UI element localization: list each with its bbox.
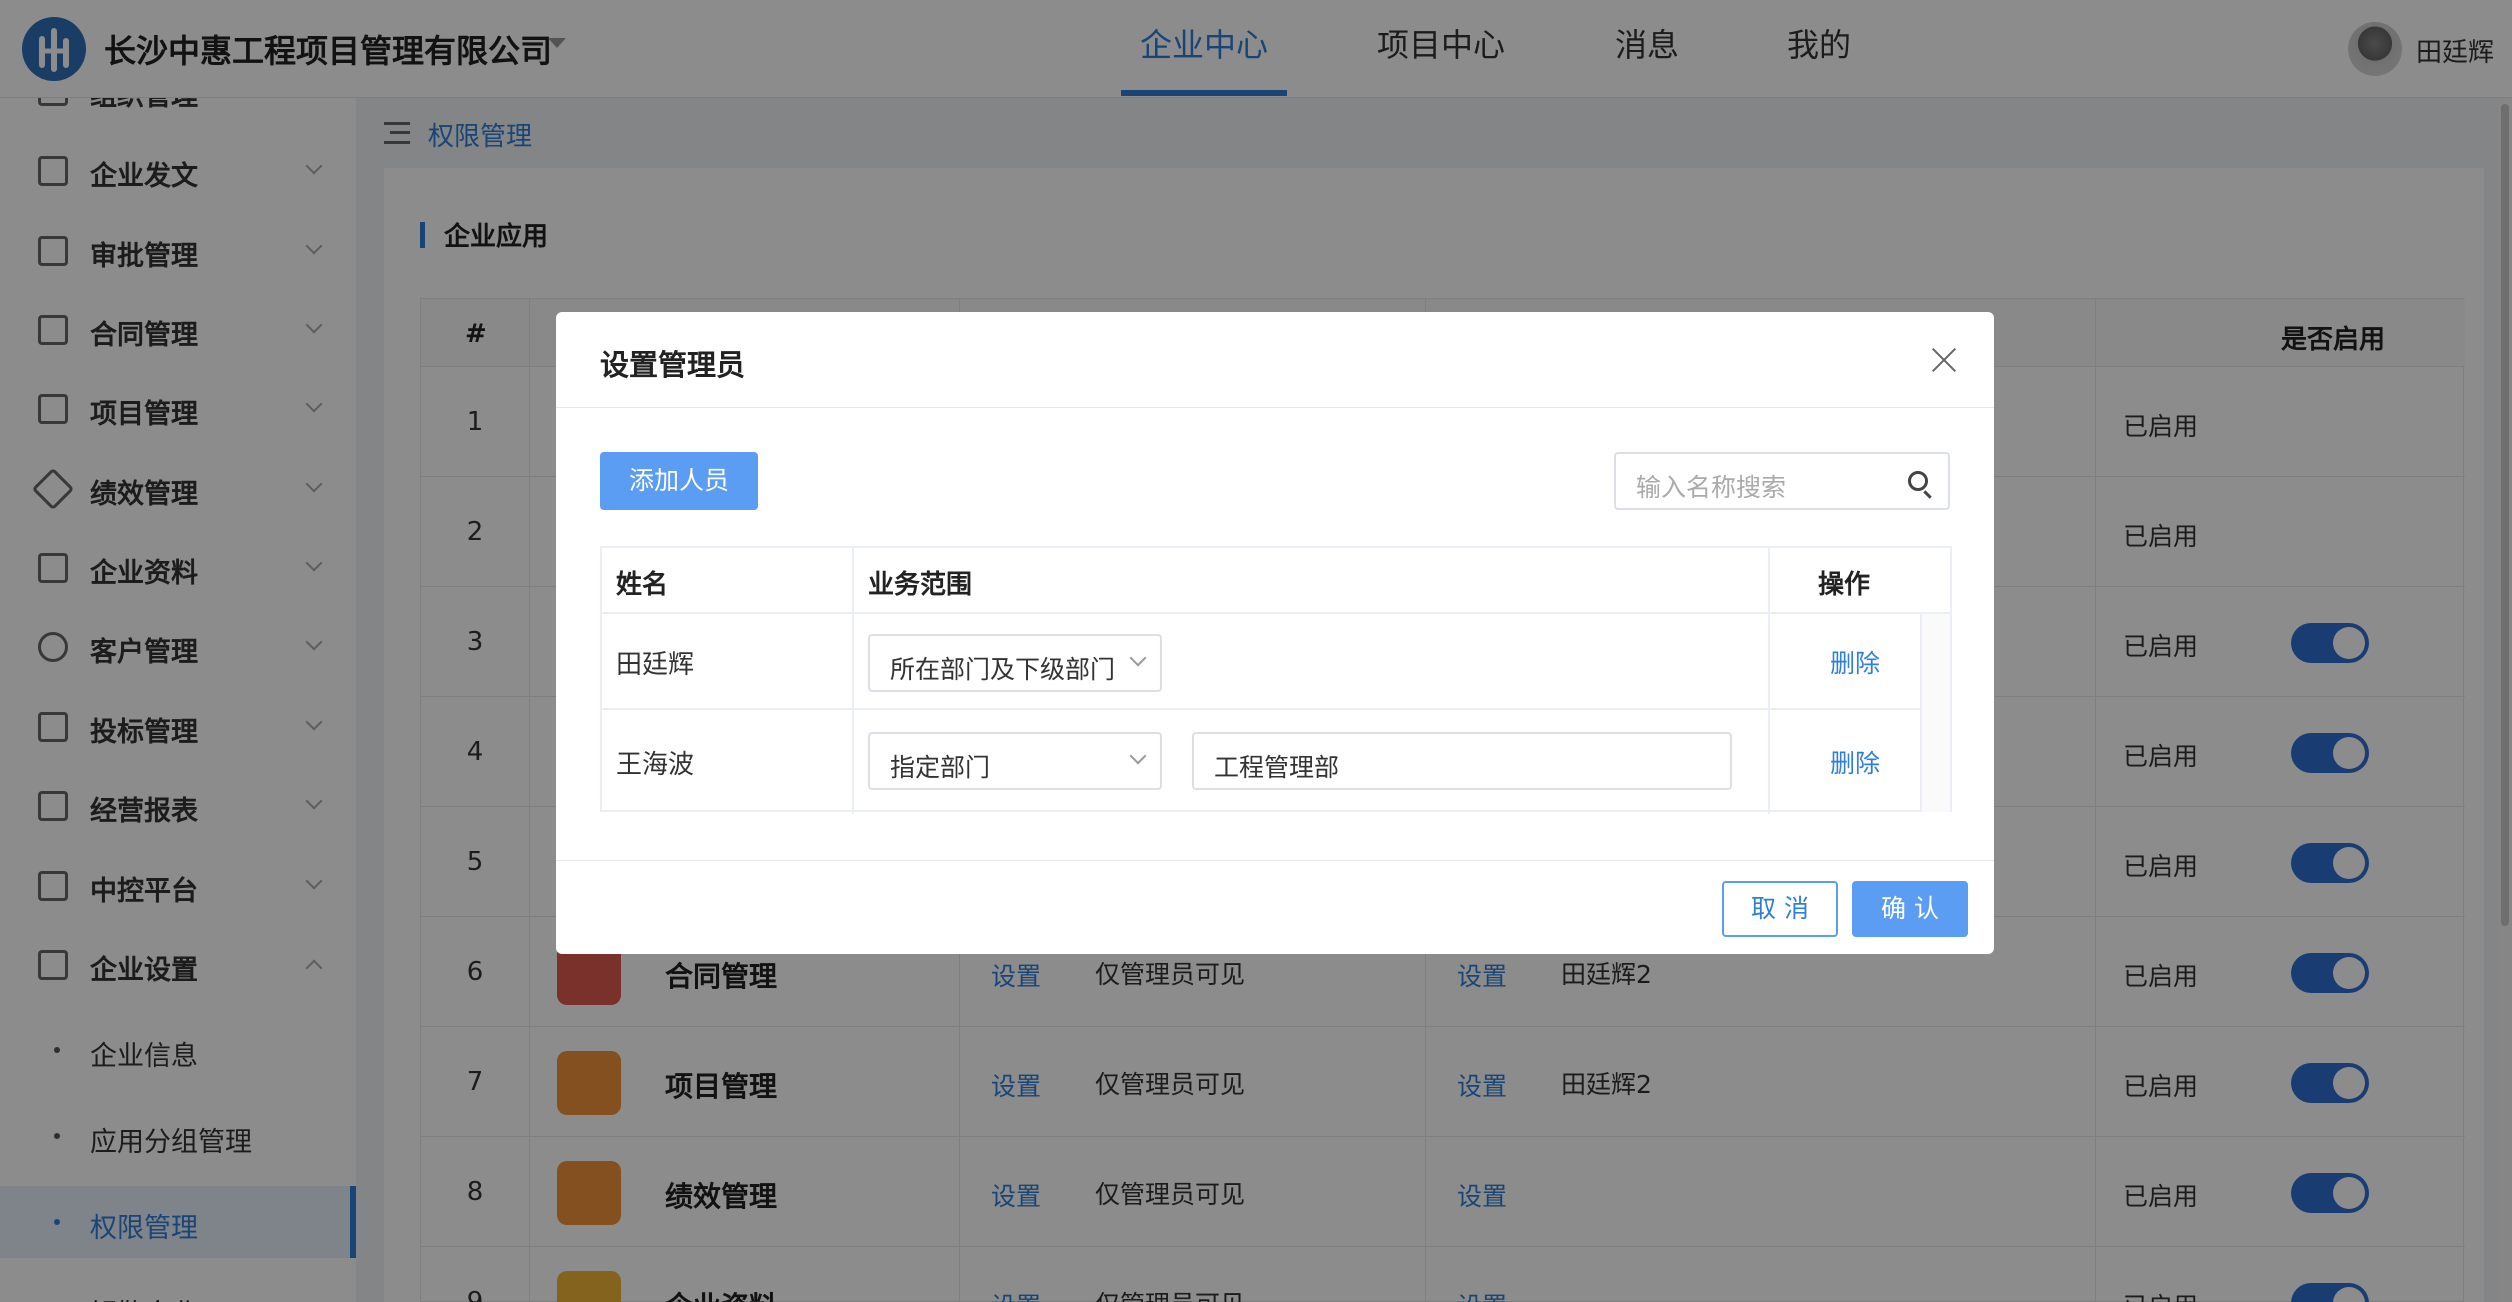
search-icon[interactable] bbox=[1908, 471, 1928, 491]
table-scrollbar[interactable] bbox=[1920, 614, 1950, 812]
close-icon[interactable] bbox=[1930, 346, 1958, 374]
column-header-action: 操作 bbox=[1818, 570, 1871, 600]
scope-select[interactable]: 指定部门 bbox=[868, 732, 1162, 790]
dialog-header: 设置管理员 bbox=[556, 312, 1994, 408]
scope-select-value: 所在部门及下级部门 bbox=[890, 655, 1116, 684]
department-value: 工程管理部 bbox=[1214, 753, 1340, 782]
dialog-footer: 取 消 确 认 bbox=[556, 860, 1994, 954]
column-header-scope: 业务范围 bbox=[868, 570, 973, 600]
set-admin-dialog: 设置管理员 添加人员 输入名称搜索 姓名 业务范围 操作 田廷辉 所在部门及下级… bbox=[556, 312, 1994, 954]
delete-link[interactable]: 删除 bbox=[1830, 644, 1880, 680]
admin-name: 田廷辉 bbox=[616, 650, 695, 680]
department-field[interactable]: 工程管理部 bbox=[1192, 732, 1732, 790]
delete-link[interactable]: 删除 bbox=[1830, 744, 1880, 780]
search-placeholder: 输入名称搜索 bbox=[1636, 473, 1787, 502]
admin-name: 王海波 bbox=[616, 750, 695, 780]
table-row: 王海波 指定部门 工程管理部 删除 bbox=[602, 710, 1938, 812]
scope-select-value: 指定部门 bbox=[890, 753, 991, 782]
add-member-button[interactable]: 添加人员 bbox=[600, 452, 758, 510]
column-header-name: 姓名 bbox=[616, 570, 669, 600]
chevron-down-icon bbox=[1129, 649, 1147, 667]
scope-select[interactable]: 所在部门及下级部门 bbox=[868, 634, 1162, 692]
confirm-button[interactable]: 确 认 bbox=[1852, 881, 1968, 937]
cancel-button[interactable]: 取 消 bbox=[1722, 881, 1838, 937]
table-row: 田廷辉 所在部门及下级部门 删除 bbox=[602, 614, 1938, 710]
search-input[interactable]: 输入名称搜索 bbox=[1614, 452, 1950, 510]
chevron-down-icon bbox=[1129, 747, 1147, 765]
admin-table: 姓名 业务范围 操作 田廷辉 所在部门及下级部门 删除 王海波 指定部门 工程管… bbox=[600, 546, 1952, 814]
table-header: 姓名 业务范围 操作 bbox=[602, 548, 1952, 614]
dialog-title: 设置管理员 bbox=[600, 348, 746, 382]
